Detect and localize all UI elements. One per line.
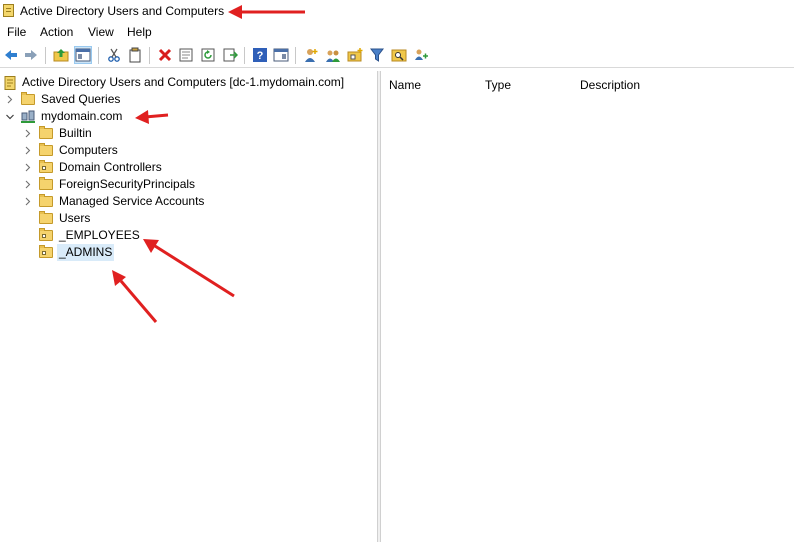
help-icon[interactable]: ? xyxy=(252,47,268,63)
new-user-icon[interactable] xyxy=(303,47,319,63)
ou-folder-icon xyxy=(39,228,53,242)
console-tree: Active Directory Users and Computers [dc… xyxy=(0,71,377,542)
column-header-type[interactable]: Type xyxy=(485,78,511,92)
up-folder-icon[interactable] xyxy=(53,47,69,63)
tree-item-label: _EMPLOYEES xyxy=(59,228,140,242)
tree-item-label: Computers xyxy=(59,143,118,157)
toolbar-separator xyxy=(244,47,245,64)
title-bar: Active Directory Users and Computers xyxy=(0,0,794,22)
tree-item-employees[interactable]: _EMPLOYEES xyxy=(0,227,377,244)
chevron-right-icon[interactable] xyxy=(5,91,15,108)
toolbar: ? xyxy=(0,44,794,68)
refresh-icon[interactable] xyxy=(200,47,216,63)
menu-view[interactable]: View xyxy=(88,25,114,39)
folder-icon xyxy=(39,177,53,191)
chevron-right-icon[interactable] xyxy=(23,125,33,142)
find-icon[interactable] xyxy=(391,47,407,63)
toolbar-separator xyxy=(295,47,296,64)
add-to-group-icon[interactable] xyxy=(413,47,429,63)
export-list-icon[interactable] xyxy=(222,47,238,63)
folder-icon xyxy=(39,211,53,225)
show-hide-action-pane-icon[interactable] xyxy=(273,47,289,63)
copy-icon[interactable] xyxy=(127,47,143,63)
chevron-right-icon[interactable] xyxy=(23,193,33,210)
column-header-description[interactable]: Description xyxy=(580,78,640,92)
ou-folder-icon xyxy=(39,245,53,259)
tree-item-foreign-security-principals[interactable]: ForeignSecurityPrincipals xyxy=(0,176,377,193)
tree-item-label: Builtin xyxy=(59,126,92,140)
details-pane: Name Type Description xyxy=(381,71,794,542)
delete-icon[interactable] xyxy=(157,47,173,63)
chevron-right-icon[interactable] xyxy=(23,159,33,176)
chevron-right-icon[interactable] xyxy=(23,142,33,159)
folder-icon xyxy=(39,194,53,208)
tree-item-label: mydomain.com xyxy=(41,109,123,123)
tree-item-domain[interactable]: mydomain.com xyxy=(0,108,377,125)
tree-item-saved-queries[interactable]: Saved Queries xyxy=(0,91,377,108)
back-icon[interactable] xyxy=(3,47,19,63)
domain-icon xyxy=(21,109,35,123)
cut-icon[interactable] xyxy=(106,47,122,63)
toolbar-separator xyxy=(149,47,150,64)
folder-icon xyxy=(39,126,53,140)
toolbar-separator xyxy=(45,47,46,64)
aduc-app-icon xyxy=(3,4,14,17)
tree-item-root[interactable]: Active Directory Users and Computers [dc… xyxy=(0,74,377,91)
menu-bar: File Action View Help xyxy=(0,23,794,41)
new-ou-icon[interactable] xyxy=(347,47,363,63)
tree-item-label: ForeignSecurityPrincipals xyxy=(59,177,196,191)
properties-icon[interactable] xyxy=(178,47,194,63)
chevron-down-icon[interactable] xyxy=(5,108,15,125)
chevron-right-icon[interactable] xyxy=(23,176,33,193)
new-group-icon[interactable] xyxy=(325,47,341,63)
folder-icon xyxy=(39,143,53,157)
filter-icon[interactable] xyxy=(369,47,385,63)
tree-item-domain-controllers[interactable]: Domain Controllers xyxy=(0,159,377,176)
show-hide-console-tree-icon[interactable] xyxy=(74,46,92,64)
tree-item-users[interactable]: Users xyxy=(0,210,377,227)
forward-icon[interactable] xyxy=(23,47,39,63)
ou-folder-icon xyxy=(39,160,53,174)
tree-item-label: Saved Queries xyxy=(41,92,121,106)
menu-action[interactable]: Action xyxy=(40,25,73,39)
tree-item-label: _ADMINS xyxy=(57,244,115,261)
svg-text:?: ? xyxy=(257,50,264,62)
folder-icon xyxy=(21,92,35,106)
menu-file[interactable]: File xyxy=(7,25,26,39)
tree-item-label: Domain Controllers xyxy=(59,160,162,174)
tree-item-computers[interactable]: Computers xyxy=(0,142,377,159)
toolbar-separator xyxy=(98,47,99,64)
tree-item-builtin[interactable]: Builtin xyxy=(0,125,377,142)
aduc-root-icon xyxy=(3,76,17,90)
tree-item-label: Managed Service Accounts xyxy=(59,194,205,208)
window-title: Active Directory Users and Computers xyxy=(20,4,225,18)
menu-help[interactable]: Help xyxy=(127,25,152,39)
column-header-name[interactable]: Name xyxy=(389,78,421,92)
tree-item-admins[interactable]: _ADMINS xyxy=(0,244,377,261)
tree-item-label: Users xyxy=(59,211,91,225)
tree-item-label: Active Directory Users and Computers [dc… xyxy=(22,75,345,89)
tree-item-managed-service-accounts[interactable]: Managed Service Accounts xyxy=(0,193,377,210)
